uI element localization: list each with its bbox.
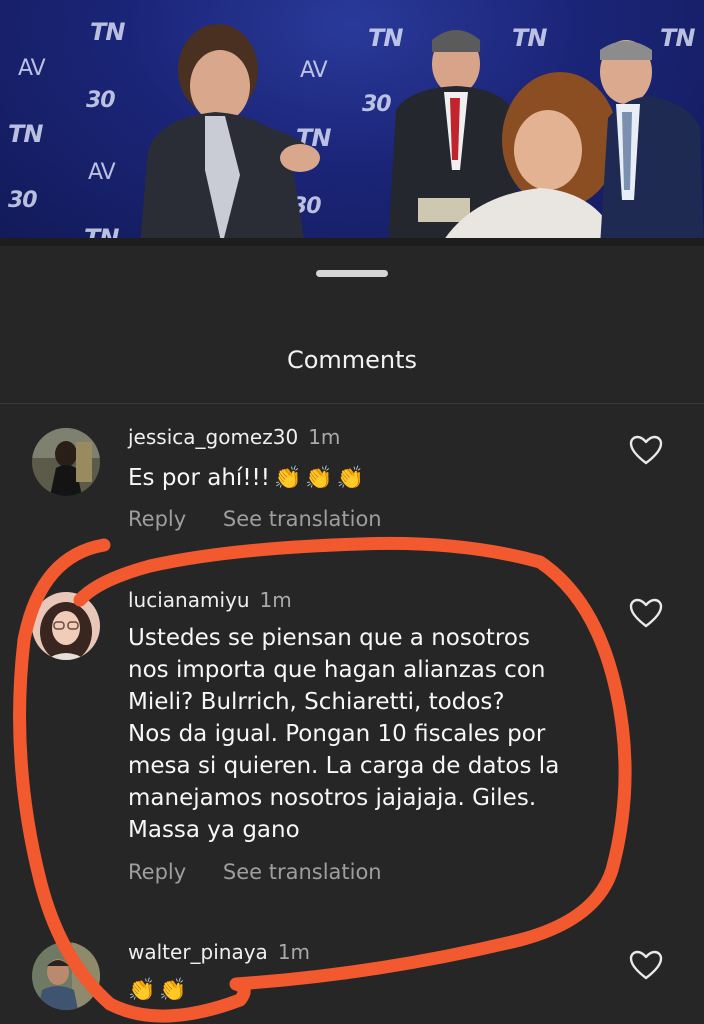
photo-edge [0,238,704,246]
sheet-title: Comments [286,346,418,374]
comment-text-line: Massa ya gano [128,817,300,843]
heart-icon[interactable] [628,949,664,981]
comment-text-line: manejamos nosotros jajajaja. Giles. [128,785,537,811]
reply-button[interactable]: Reply [128,507,186,531]
clapping-hands-icon: 👏 [336,466,365,491]
comment-username[interactable]: walter_pinaya [128,940,268,964]
comment-time: 1m [259,588,292,612]
see-translation-button[interactable]: See translation [223,507,382,531]
heart-icon[interactable] [628,434,664,466]
comment-text-line: Mieli? Bulrrich, Schiaretti, todos? [128,689,505,715]
see-translation-button[interactable]: See translation [223,860,382,884]
comment-time: 1m [308,425,341,449]
comment-text-line: nos importa que hagan alianzas con [128,657,546,683]
comment-text-line: mesa si quieren. La carga de datos la [128,753,560,779]
comment-time: 1m [277,940,311,964]
heart-icon[interactable] [628,597,664,629]
reply-button[interactable]: Reply [128,860,186,884]
avatar[interactable] [32,592,100,660]
clapping-hands-icon: 👏 [274,466,302,491]
comment-text: Es por ahí!!! [128,465,270,491]
sheet-drag-handle[interactable] [316,270,388,277]
comment-text: Ustedes se piensan que a nosotros nos im… [128,622,598,846]
comment-username[interactable]: jessica_gomez30 [128,425,298,449]
avatar[interactable] [32,428,100,496]
divider [0,403,704,404]
comment-username[interactable]: lucianamiyu [128,588,250,612]
clapping-hands-icon: 👏 [305,466,333,491]
comment-text-line: Nos da igual. Pongan 10 fiscales por [128,721,546,747]
comment-text-line: Ustedes se piensan que a nosotros [128,625,530,651]
clapping-hands-icon: 👏 [128,978,156,1003]
clapping-hands-icon: 👏 [159,978,187,1003]
people-illustration [140,24,704,246]
post-photo: TN TN TN TN TN TN TN AV AV AV 30 30 30 3… [0,0,704,246]
avatar[interactable] [32,942,100,1010]
